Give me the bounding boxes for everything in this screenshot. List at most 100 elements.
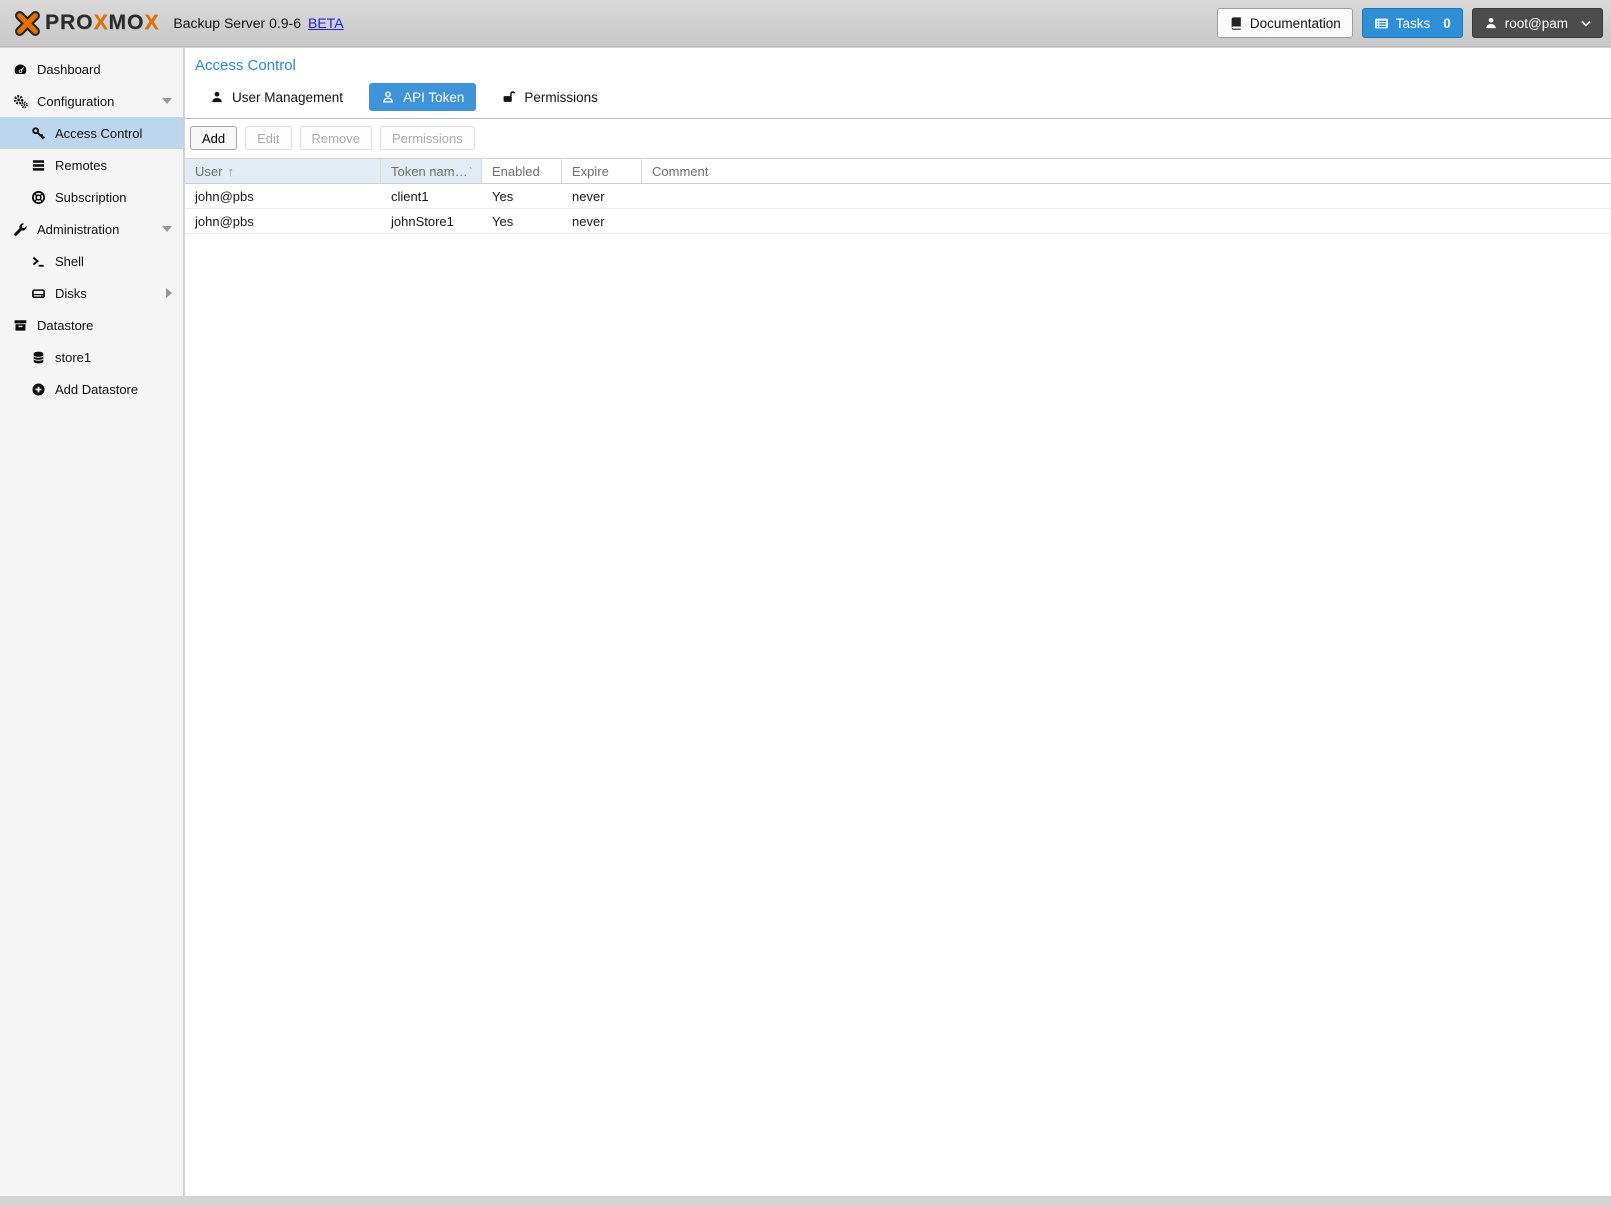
page-title: Access Control [185, 48, 1611, 78]
logo-segment: MO [109, 11, 145, 34]
database-icon [30, 350, 46, 365]
sort-ascending-icon: ↑ [227, 164, 234, 179]
sidebar-item-datastore[interactable]: Datastore [0, 309, 183, 341]
unlock-icon [502, 90, 516, 104]
column-header-user[interactable]: User ↑ [185, 159, 381, 183]
user-menu-button[interactable]: root@pam [1472, 8, 1603, 38]
tasks-label: Tasks [1396, 16, 1431, 31]
task-list-icon [1374, 16, 1389, 31]
collapse-arrow-icon[interactable] [162, 98, 172, 104]
cell-user: john@pbs [185, 214, 381, 229]
sidebar-item-add-datastore[interactable]: Add Datastore [0, 373, 183, 405]
proxmox-x-icon [14, 10, 41, 37]
plus-circle-icon [30, 382, 46, 397]
sidebar-item-label: Disks [55, 286, 87, 301]
grid-toolbar: Add Edit Remove Permissions [185, 119, 1611, 158]
sidebar-item-label: store1 [55, 350, 91, 365]
cell-enabled: Yes [482, 189, 562, 204]
sidebar-item-configuration[interactable]: Configuration [0, 85, 183, 117]
column-header-label: User [195, 164, 222, 179]
sidebar-item-dashboard[interactable]: Dashboard [0, 53, 183, 85]
remove-button: Remove [300, 126, 372, 150]
topbar-actions: Documentation Tasks 0 root@pam [1217, 8, 1603, 38]
add-button[interactable]: Add [190, 126, 237, 150]
edit-button: Edit [245, 126, 291, 150]
sidebar-item-label: Add Datastore [55, 382, 138, 397]
main-panel: Access Control User Management API Token P… [185, 48, 1611, 1196]
user-outline-icon [381, 90, 395, 104]
tab-api-token[interactable]: API Token [369, 83, 476, 111]
chevron-down-icon [1581, 20, 1591, 27]
archive-box-icon [12, 318, 28, 333]
sidebar-item-label: Access Control [55, 126, 142, 141]
tab-user-management[interactable]: User Management [198, 83, 355, 111]
tab-strip: User Management API Token Permissions [185, 78, 1611, 119]
gears-icon [12, 94, 28, 109]
secondary-sort-icon [469, 166, 471, 168]
product-version-text: Backup Server 0.9-6 [173, 15, 301, 31]
documentation-button[interactable]: Documentation [1217, 8, 1353, 38]
table-row[interactable]: john@pbsjohnStore1Yesnever [185, 209, 1611, 234]
sidebar-item-access-control[interactable]: Access Control [0, 117, 183, 149]
column-header-comment[interactable]: Comment [642, 159, 1611, 183]
cell-enabled: Yes [482, 214, 562, 229]
tab-permissions[interactable]: Permissions [490, 83, 610, 111]
column-header-expire[interactable]: Expire [562, 159, 642, 183]
permissions-button: Permissions [380, 126, 475, 150]
column-header-label: Expire [572, 164, 609, 179]
cell-token-nam-: client1 [381, 189, 482, 204]
tab-label: API Token [403, 90, 464, 105]
life-ring-icon [30, 190, 46, 205]
cell-user: john@pbs [185, 189, 381, 204]
column-header-token-nam-[interactable]: Token nam… [381, 159, 482, 183]
remotes-icon [30, 158, 46, 173]
sidebar-item-label: Subscription [55, 190, 127, 205]
expand-arrow-icon[interactable] [166, 288, 172, 298]
sidebar-item-label: Datastore [37, 318, 93, 333]
cell-token-nam-: johnStore1 [381, 214, 482, 229]
sidebar-item-label: Configuration [37, 94, 114, 109]
table-body: john@pbsclient1Yesneverjohn@pbsjohnStore… [185, 184, 1611, 234]
user-icon [210, 90, 224, 104]
cell-expire: never [562, 214, 642, 229]
beta-link[interactable]: BETA [308, 15, 344, 31]
tab-label: Permissions [524, 90, 598, 105]
logo-segment: X [144, 11, 159, 34]
sidebar-nav: Dashboard Configuration Access Control Remo… [0, 48, 184, 1196]
tab-label: User Management [232, 90, 343, 105]
column-header-label: Token nam… [391, 164, 468, 179]
documentation-label: Documentation [1250, 16, 1341, 31]
user-icon [1484, 16, 1498, 30]
gauge-icon [12, 62, 28, 77]
sidebar-item-remotes[interactable]: Remotes [0, 149, 183, 181]
cell-expire: never [562, 189, 642, 204]
key-icon [30, 126, 46, 141]
logo-segment: X [94, 11, 109, 34]
column-header-label: Enabled [492, 164, 540, 179]
table-header-row: User ↑ Token nam… Enabled Expire Comment [185, 158, 1611, 184]
sidebar-item-label: Shell [55, 254, 84, 269]
column-header-enabled[interactable]: Enabled [482, 159, 562, 183]
column-header-label: Comment [652, 164, 708, 179]
book-icon [1229, 16, 1243, 30]
sidebar-item-administration[interactable]: Administration [0, 213, 183, 245]
sidebar-item-disks[interactable]: Disks [0, 277, 183, 309]
proxmox-logo-text: PROXMOX [45, 11, 159, 35]
sidebar-item-label: Dashboard [37, 62, 101, 77]
logo-segment: PRO [45, 11, 94, 34]
sidebar-item-store1[interactable]: store1 [0, 341, 183, 373]
tasks-count-badge: 0 [1443, 16, 1451, 31]
table-row[interactable]: john@pbsclient1Yesnever [185, 184, 1611, 209]
sidebar-item-shell[interactable]: Shell [0, 245, 183, 277]
collapse-arrow-icon[interactable] [162, 226, 172, 232]
sidebar-item-subscription[interactable]: Subscription [0, 181, 183, 213]
terminal-icon [30, 254, 46, 269]
tasks-button[interactable]: Tasks 0 [1362, 8, 1463, 38]
wrench-icon [12, 222, 28, 237]
proxmox-logo[interactable]: PROXMOX [14, 10, 159, 37]
user-menu-label: root@pam [1505, 16, 1568, 31]
top-bar: PROXMOX Backup Server 0.9-6 BETA Documen… [0, 0, 1611, 47]
sidebar-item-label: Remotes [55, 158, 107, 173]
hard-disk-icon [30, 286, 46, 301]
sidebar-item-label: Administration [37, 222, 119, 237]
